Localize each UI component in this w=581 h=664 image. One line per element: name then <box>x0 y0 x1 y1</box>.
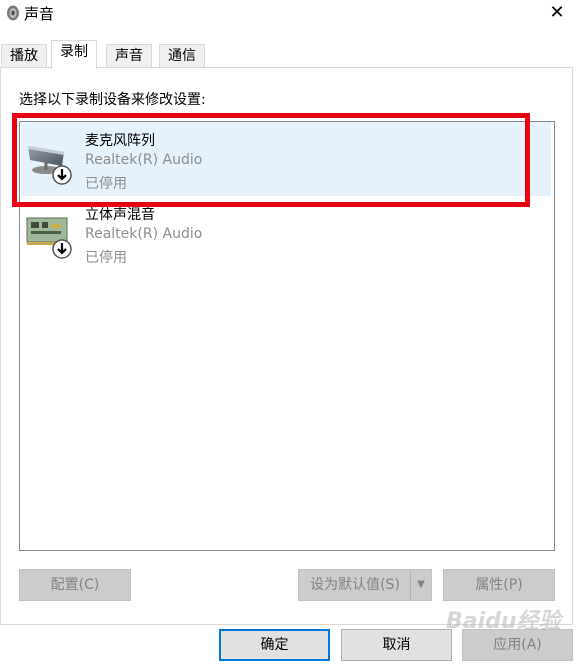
set-default-label: 设为默认值(S) <box>310 577 400 593</box>
device-driver: Realtek(R) Audio <box>85 152 203 168</box>
sound-card-icon <box>26 217 72 259</box>
device-status: 已停用 <box>85 250 127 266</box>
device-driver: Realtek(R) Audio <box>85 226 203 242</box>
device-item-microphone-array[interactable]: 麦克风阵列 Realtek(R) Audio 已停用 <box>21 122 551 196</box>
watermark: Baidu经验 <box>446 609 561 634</box>
chevron-down-icon[interactable]: ▼ <box>410 570 431 600</box>
microphone-array-icon <box>28 146 72 185</box>
close-button[interactable]: ✕ <box>545 2 569 24</box>
sound-dialog: 声音 ✕ 播放 录制 声音 通信 选择以下录制设备来修改设置: 麦克风阵列 Re… <box>0 0 581 664</box>
configure-button[interactable]: 配置(C) <box>19 569 131 601</box>
device-name: 麦克风阵列 <box>85 133 155 149</box>
window-title: 声音 <box>24 5 55 23</box>
set-default-button[interactable]: 设为默认值(S) ▼ <box>298 569 432 601</box>
properties-button[interactable]: 属性(P) <box>443 569 555 601</box>
device-item-stereo-mix[interactable]: 立体声混音 Realtek(R) Audio 已停用 <box>21 196 551 270</box>
tab-recording[interactable]: 录制 <box>51 40 97 69</box>
cancel-button[interactable]: 取消 <box>341 629 452 661</box>
device-name: 立体声混音 <box>85 207 155 223</box>
tab-playback[interactable]: 播放 <box>1 44 47 68</box>
device-list[interactable]: 麦克风阵列 Realtek(R) Audio 已停用 立体声混音 Realtek… <box>19 121 555 551</box>
tab-sounds[interactable]: 声音 <box>106 44 152 68</box>
device-status: 已停用 <box>85 176 127 192</box>
tab-communications[interactable]: 通信 <box>159 44 205 68</box>
speaker-icon <box>7 5 19 21</box>
tab-strip: 播放 录制 声音 通信 <box>0 40 581 69</box>
title-bar: 声音 ✕ <box>0 0 581 30</box>
recording-pane: 选择以下录制设备来修改设置: 麦克风阵列 Realtek(R) Audio 已停… <box>0 67 573 625</box>
ok-button[interactable]: 确定 <box>219 629 330 661</box>
instruction-label: 选择以下录制设备来修改设置: <box>19 92 206 108</box>
